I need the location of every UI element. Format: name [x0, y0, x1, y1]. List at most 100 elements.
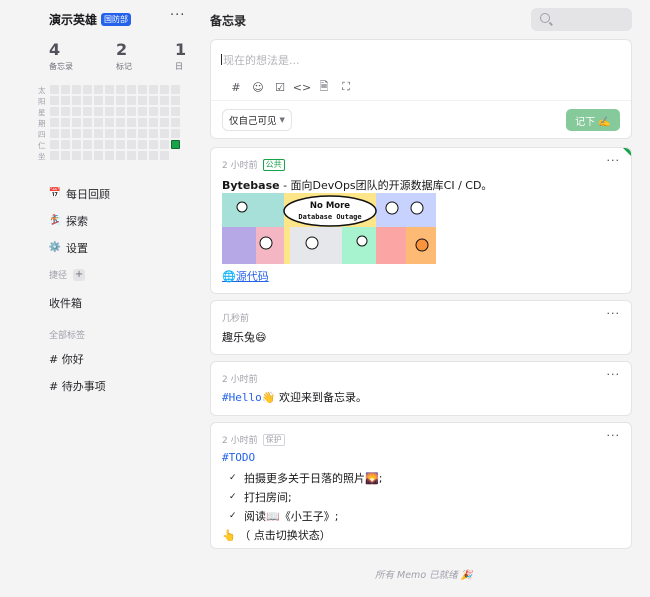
heatmap-cell[interactable] — [83, 107, 92, 116]
heatmap-cell[interactable] — [50, 129, 59, 138]
heatmap-cell[interactable] — [127, 118, 136, 127]
heatmap-cell[interactable] — [83, 151, 92, 160]
heatmap-cell[interactable] — [50, 107, 59, 116]
source-code-link[interactable]: 🌐源代码 — [222, 268, 269, 284]
heatmap-cell[interactable] — [61, 129, 70, 138]
heatmap-cell[interactable] — [105, 118, 114, 127]
heatmap-cell[interactable] — [83, 118, 92, 127]
heatmap-cell[interactable] — [72, 129, 81, 138]
tag-item-hello[interactable]: # 你好 — [49, 351, 84, 367]
heatmap-cell[interactable] — [138, 129, 147, 138]
heatmap-cell[interactable] — [72, 140, 81, 149]
sidebar-item-settings[interactable]: ⚙️ 设置 — [48, 234, 110, 261]
heatmap-cell[interactable] — [105, 107, 114, 116]
heatmap-cell[interactable] — [171, 118, 180, 127]
heatmap-cell[interactable] — [127, 129, 136, 138]
heatmap-cell[interactable] — [160, 151, 169, 160]
heatmap-cell[interactable] — [171, 140, 180, 149]
file-icon[interactable]: 🗎 — [313, 80, 335, 94]
heatmap-cell[interactable] — [94, 118, 103, 127]
heatmap-cell[interactable] — [116, 118, 125, 127]
heatmap-cell[interactable] — [127, 140, 136, 149]
heatmap-cell[interactable] — [105, 96, 114, 105]
heatmap-cell[interactable] — [83, 96, 92, 105]
heatmap-cell[interactable] — [72, 107, 81, 116]
heatmap-cell[interactable] — [61, 151, 70, 160]
heatmap-cell[interactable] — [50, 140, 59, 149]
heatmap-cell[interactable] — [127, 151, 136, 160]
emoji-icon[interactable]: ☺ — [247, 80, 269, 94]
sidebar-item-daily-review[interactable]: 📅 每日回顾 — [48, 180, 110, 207]
heatmap-cell[interactable] — [160, 107, 169, 116]
memo-hashtag[interactable]: #TODO — [222, 451, 255, 464]
heatmap-cell[interactable] — [105, 85, 114, 94]
heatmap-cell[interactable] — [83, 85, 92, 94]
heatmap-cell[interactable] — [160, 85, 169, 94]
heatmap-cell[interactable] — [138, 85, 147, 94]
heatmap-cell[interactable] — [105, 151, 114, 160]
heatmap-cell[interactable] — [61, 118, 70, 127]
memo-image[interactable]: No More Database Outage — [222, 193, 436, 264]
heatmap-cell[interactable] — [149, 118, 158, 127]
heatmap-cell[interactable] — [61, 96, 70, 105]
heatmap-cell[interactable] — [160, 96, 169, 105]
heatmap-cell[interactable] — [149, 96, 158, 105]
heatmap-cell[interactable] — [50, 85, 59, 94]
user-profile[interactable]: 演示英雄 国防部 — [49, 11, 132, 28]
heatmap-cell[interactable] — [171, 96, 180, 105]
heatmap-cell[interactable] — [50, 151, 59, 160]
heatmap-cell[interactable] — [171, 85, 180, 94]
heatmap-cell[interactable] — [138, 151, 147, 160]
code-icon[interactable]: <> — [291, 80, 313, 94]
heatmap-cell[interactable] — [83, 129, 92, 138]
heatmap-cell[interactable] — [61, 140, 70, 149]
profile-more-icon[interactable]: ··· — [170, 8, 185, 23]
memo-more-icon[interactable]: ··· — [607, 154, 621, 167]
search-input[interactable] — [555, 11, 625, 28]
heatmap-cell[interactable] — [138, 140, 147, 149]
heatmap-cell[interactable] — [105, 129, 114, 138]
heatmap-cell[interactable] — [127, 107, 136, 116]
heatmap-cell[interactable] — [83, 140, 92, 149]
heatmap-cell[interactable] — [138, 107, 147, 116]
checkmark-icon[interactable]: ✓ — [229, 492, 239, 502]
search-box[interactable] — [531, 8, 632, 31]
heatmap-cell[interactable] — [149, 151, 158, 160]
heatmap-cell[interactable] — [127, 96, 136, 105]
sidebar-item-explore[interactable]: 🏂 探索 — [48, 207, 110, 234]
heatmap-cell[interactable] — [105, 140, 114, 149]
heatmap-cell[interactable] — [61, 107, 70, 116]
heatmap-cell[interactable] — [61, 85, 70, 94]
hashtag-icon[interactable]: # — [225, 80, 247, 94]
heatmap-cell[interactable] — [171, 129, 180, 138]
heatmap-cell[interactable] — [94, 96, 103, 105]
heatmap-cell[interactable] — [160, 118, 169, 127]
heatmap-cell[interactable] — [94, 107, 103, 116]
heatmap-cell[interactable] — [160, 129, 169, 138]
heatmap-cell[interactable] — [116, 107, 125, 116]
heatmap-cell[interactable] — [116, 140, 125, 149]
fullscreen-icon[interactable]: ⛶ — [335, 80, 357, 94]
heatmap-cell[interactable] — [149, 140, 158, 149]
heatmap-cell[interactable] — [94, 129, 103, 138]
shortcut-inbox[interactable]: 收件箱 — [49, 295, 82, 311]
memo-more-icon[interactable]: ··· — [607, 368, 621, 381]
heatmap-cell[interactable] — [72, 118, 81, 127]
memo-hashtag[interactable]: #Hello — [222, 391, 262, 404]
heatmap-cell[interactable] — [94, 151, 103, 160]
heatmap-cell[interactable] — [72, 151, 81, 160]
memo-more-icon[interactable]: ··· — [607, 429, 621, 442]
memo-input[interactable]: 现在的想法是... — [221, 52, 611, 68]
checkmark-icon[interactable]: ✓ — [229, 511, 239, 521]
heatmap-cell[interactable] — [72, 96, 81, 105]
save-button[interactable]: 记下 ✍️ — [566, 109, 620, 131]
heatmap-cell[interactable] — [149, 85, 158, 94]
heatmap-cell[interactable] — [127, 85, 136, 94]
heatmap-cell[interactable] — [138, 96, 147, 105]
heatmap-cell[interactable] — [94, 140, 103, 149]
heatmap-cell[interactable] — [138, 118, 147, 127]
visibility-select[interactable]: 仅自己可见 ▼ — [222, 109, 292, 131]
heatmap-cell[interactable] — [160, 140, 169, 149]
heatmap-cell[interactable] — [72, 85, 81, 94]
todo-item[interactable]: ✓ 阅读📖《小王子》; — [229, 508, 338, 524]
